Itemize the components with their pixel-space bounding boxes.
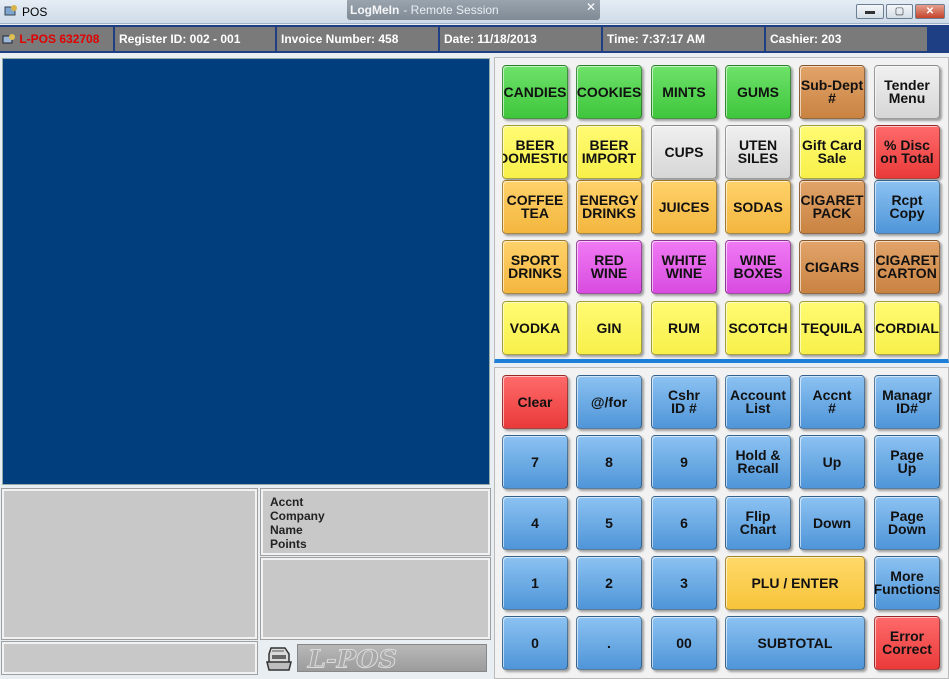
- dept-button-rum[interactable]: RUM: [651, 301, 717, 355]
- cashier-id-button[interactable]: Cshr ID #: [651, 375, 717, 429]
- key-decimal[interactable]: .: [576, 616, 642, 670]
- company-label: Company: [270, 509, 325, 523]
- key-9[interactable]: 9: [651, 435, 717, 489]
- key-6[interactable]: 6: [651, 496, 717, 550]
- customer-display-panel: [1, 488, 258, 640]
- name-label: Name: [270, 523, 303, 537]
- dept-button-cups[interactable]: CUPS: [651, 125, 717, 179]
- down-button[interactable]: Down: [799, 496, 865, 550]
- invoice-number: Invoice Number: 458: [277, 27, 438, 51]
- logmein-banner: LogMeIn - Remote Session ✕: [347, 0, 600, 20]
- receipt-display[interactable]: [2, 58, 490, 485]
- key-7[interactable]: 7: [502, 435, 568, 489]
- dept-button-red-wine[interactable]: RED WINE: [576, 240, 642, 294]
- error-correct-button[interactable]: Error Correct: [874, 616, 940, 670]
- title-bar: POS LogMeIn - Remote Session ✕ ▬ ▢ ✕: [0, 0, 949, 24]
- dept-button-uten-siles[interactable]: UTEN SILES: [725, 125, 791, 179]
- dept-button-beer-domestic[interactable]: BEER DOMESTIC: [502, 125, 568, 179]
- flip-chart-button[interactable]: Flip Chart: [725, 496, 791, 550]
- lpos-icon: [2, 34, 15, 44]
- dept-button-cookies[interactable]: COOKIES: [576, 65, 642, 119]
- dept-button-disc-on-total[interactable]: % Disc on Total: [874, 125, 940, 179]
- dept-button-gums[interactable]: GUMS: [725, 65, 791, 119]
- account-panel: Accnt Company Name Points: [260, 488, 491, 556]
- dept-button-white-wine[interactable]: WHITE WINE: [651, 240, 717, 294]
- dept-button-cordial[interactable]: CORDIAL: [874, 301, 940, 355]
- dept-button-tequila[interactable]: TEQUILA: [799, 301, 865, 355]
- dept-button-beer-import[interactable]: BEER IMPORT: [576, 125, 642, 179]
- page-up-button[interactable]: Page Up: [874, 435, 940, 489]
- key-1[interactable]: 1: [502, 556, 568, 610]
- dept-button-rcpt-copy[interactable]: Rcpt Copy: [874, 180, 940, 234]
- subtotal-button[interactable]: SUBTOTAL: [725, 616, 865, 670]
- dept-button-mints[interactable]: MINTS: [651, 65, 717, 119]
- dept-button-candies[interactable]: CANDIES: [502, 65, 568, 119]
- more-functions-button[interactable]: More Functions: [874, 556, 940, 610]
- logmein-brand: LogMeIn: [350, 3, 400, 17]
- dept-button-juices[interactable]: JUICES: [651, 180, 717, 234]
- printer-icon[interactable]: [265, 646, 293, 672]
- account-number-button[interactable]: Accnt #: [799, 375, 865, 429]
- keypad-grid: Clear @/for Cshr ID # Account List Accnt # Ma…: [494, 367, 949, 679]
- lpos-logo-text: L-POS: [307, 645, 397, 671]
- department-grid: CANDIES COOKIES MINTS GUMS Sub-Dept # Tender …: [494, 57, 949, 363]
- cashier-display: Cashier: 203: [766, 27, 927, 51]
- at-for-button[interactable]: @/for: [576, 375, 642, 429]
- key-5[interactable]: 5: [576, 496, 642, 550]
- dept-button-cigaret-pack[interactable]: CIGARET PACK: [799, 180, 865, 234]
- app-icon: [4, 5, 17, 16]
- dept-button-scotch[interactable]: SCOTCH: [725, 301, 791, 355]
- key-4[interactable]: 4: [502, 496, 568, 550]
- dept-button-gin[interactable]: GIN: [576, 301, 642, 355]
- lpos-id: L-POS 632708: [0, 27, 113, 51]
- account-details-panel: [260, 557, 491, 640]
- clear-button[interactable]: Clear: [502, 375, 568, 429]
- account-list-button[interactable]: Account List: [725, 375, 791, 429]
- dept-button-cigaret-carton[interactable]: CIGARET CARTON: [874, 240, 940, 294]
- date-display: Date: 11/18/2013: [440, 27, 601, 51]
- dept-button-wine-boxes[interactable]: WINE BOXES: [725, 240, 791, 294]
- key-8[interactable]: 8: [576, 435, 642, 489]
- manager-id-button[interactable]: Managr ID#: [874, 375, 940, 429]
- lpos-id-text: L-POS 632708: [19, 32, 100, 46]
- time-display: Time: 7:37:17 AM: [603, 27, 764, 51]
- key-00[interactable]: 00: [651, 616, 717, 670]
- dept-button-cigars[interactable]: CIGARS: [799, 240, 865, 294]
- points-label: Points: [270, 537, 307, 551]
- account-label: Accnt: [270, 495, 304, 509]
- status-bar: L-POS 632708 Register ID: 002 - 001 Invo…: [0, 25, 949, 53]
- dept-button-coffee-tea[interactable]: COFFEE TEA: [502, 180, 568, 234]
- key-2[interactable]: 2: [576, 556, 642, 610]
- account-labels: Accnt Company Name Points: [270, 495, 325, 551]
- lpos-logo: L-POS: [297, 644, 487, 674]
- window-title: POS: [22, 5, 48, 19]
- dept-button-energy-drinks[interactable]: ENERGY DRINKS: [576, 180, 642, 234]
- register-id: Register ID: 002 - 001: [115, 27, 275, 51]
- info-panels: Accnt Company Name Points L-POS: [0, 487, 492, 679]
- maximize-button[interactable]: ▢: [886, 4, 913, 19]
- dept-button-tender-menu[interactable]: Tender Menu: [874, 65, 940, 119]
- dept-button-vodka[interactable]: VODKA: [502, 301, 568, 355]
- up-button[interactable]: Up: [799, 435, 865, 489]
- hold-recall-button[interactable]: Hold & Recall: [725, 435, 791, 489]
- lpos-logo-graphic: L-POS: [306, 645, 397, 674]
- dept-button-gift-card-sale[interactable]: Gift Card Sale: [799, 125, 865, 179]
- logmein-close-icon[interactable]: ✕: [586, 0, 596, 14]
- key-3[interactable]: 3: [651, 556, 717, 610]
- close-button[interactable]: ✕: [915, 4, 945, 19]
- dept-button-sub-dept[interactable]: Sub-Dept #: [799, 65, 865, 119]
- plu-enter-button[interactable]: PLU / ENTER: [725, 556, 865, 610]
- logmein-session: Remote Session: [410, 3, 499, 17]
- pos-window: POS LogMeIn - Remote Session ✕ ▬ ▢ ✕ L-PO…: [0, 0, 949, 679]
- logo-area: L-POS: [261, 642, 490, 674]
- key-0[interactable]: 0: [502, 616, 568, 670]
- message-panel: [1, 641, 258, 675]
- dept-button-sodas[interactable]: SODAS: [725, 180, 791, 234]
- dept-button-sport-drinks[interactable]: SPORT DRINKS: [502, 240, 568, 294]
- minimize-button[interactable]: ▬: [856, 4, 884, 19]
- page-down-button[interactable]: Page Down: [874, 496, 940, 550]
